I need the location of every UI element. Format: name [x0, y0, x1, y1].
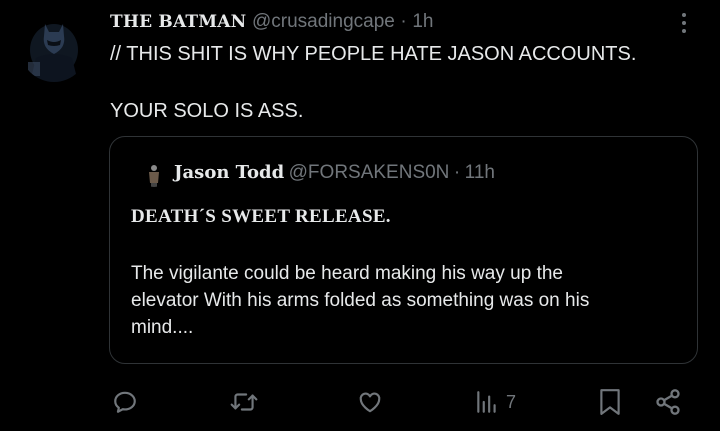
quoted-tweet[interactable]: Jason Todd @FORSAKENS0N · 11h DEATH´S SW…: [109, 136, 698, 364]
share-button[interactable]: [654, 384, 682, 420]
views-button[interactable]: 7: [474, 384, 516, 420]
bookmark-icon: [600, 389, 620, 415]
quote-text-line-3: mind....: [131, 317, 194, 338]
tweet-header: THE BATMAN @crusadingcape · 1h: [110, 9, 433, 34]
reply-icon: [114, 391, 136, 413]
views-count: 7: [506, 391, 517, 412]
retweet-icon: [230, 393, 258, 411]
timestamp[interactable]: 1h: [412, 11, 433, 32]
quote-text-line-1: The vigilante could be heard making his …: [131, 263, 563, 284]
quote-display-name: Jason Todd: [174, 162, 285, 183]
tweet-text-line-1: // THIS SHIT IS WHY PEOPLE HATE JASON AC…: [110, 43, 637, 65]
tweet-text-line-2: YOUR SOLO IS ASS.: [110, 100, 304, 122]
more-vertical-icon[interactable]: [676, 10, 692, 40]
quote-timestamp: 11h: [464, 162, 495, 183]
like-icon: [359, 392, 381, 413]
separator-dot: ·: [400, 11, 407, 32]
user-handle[interactable]: @crusadingcape: [252, 11, 395, 32]
quote-handle: @FORSAKENS0N: [288, 162, 450, 183]
like-button[interactable]: [357, 384, 383, 420]
quote-text: The vigilante could be heard making his …: [131, 260, 691, 341]
bookmark-button[interactable]: [598, 384, 622, 420]
views-icon: [477, 391, 496, 413]
quote-title: DEATH´S SWEET RELEASE.: [131, 206, 391, 227]
display-name[interactable]: THE BATMAN: [110, 12, 246, 32]
action-bar: 7: [0, 384, 720, 420]
quote-avatar: [142, 163, 166, 187]
reply-button[interactable]: [112, 384, 138, 420]
batman-avatar[interactable]: [20, 14, 88, 82]
retweet-button[interactable]: [229, 384, 259, 420]
share-icon: [656, 389, 680, 415]
quote-separator-dot: ·: [453, 162, 461, 183]
quote-text-line-2: elevator With his arms folded as somethi…: [131, 290, 590, 311]
tweet[interactable]: THE BATMAN @crusadingcape · 1h // THIS S…: [0, 0, 720, 431]
quote-header: Jason Todd @FORSAKENS0N · 11h: [174, 162, 495, 184]
